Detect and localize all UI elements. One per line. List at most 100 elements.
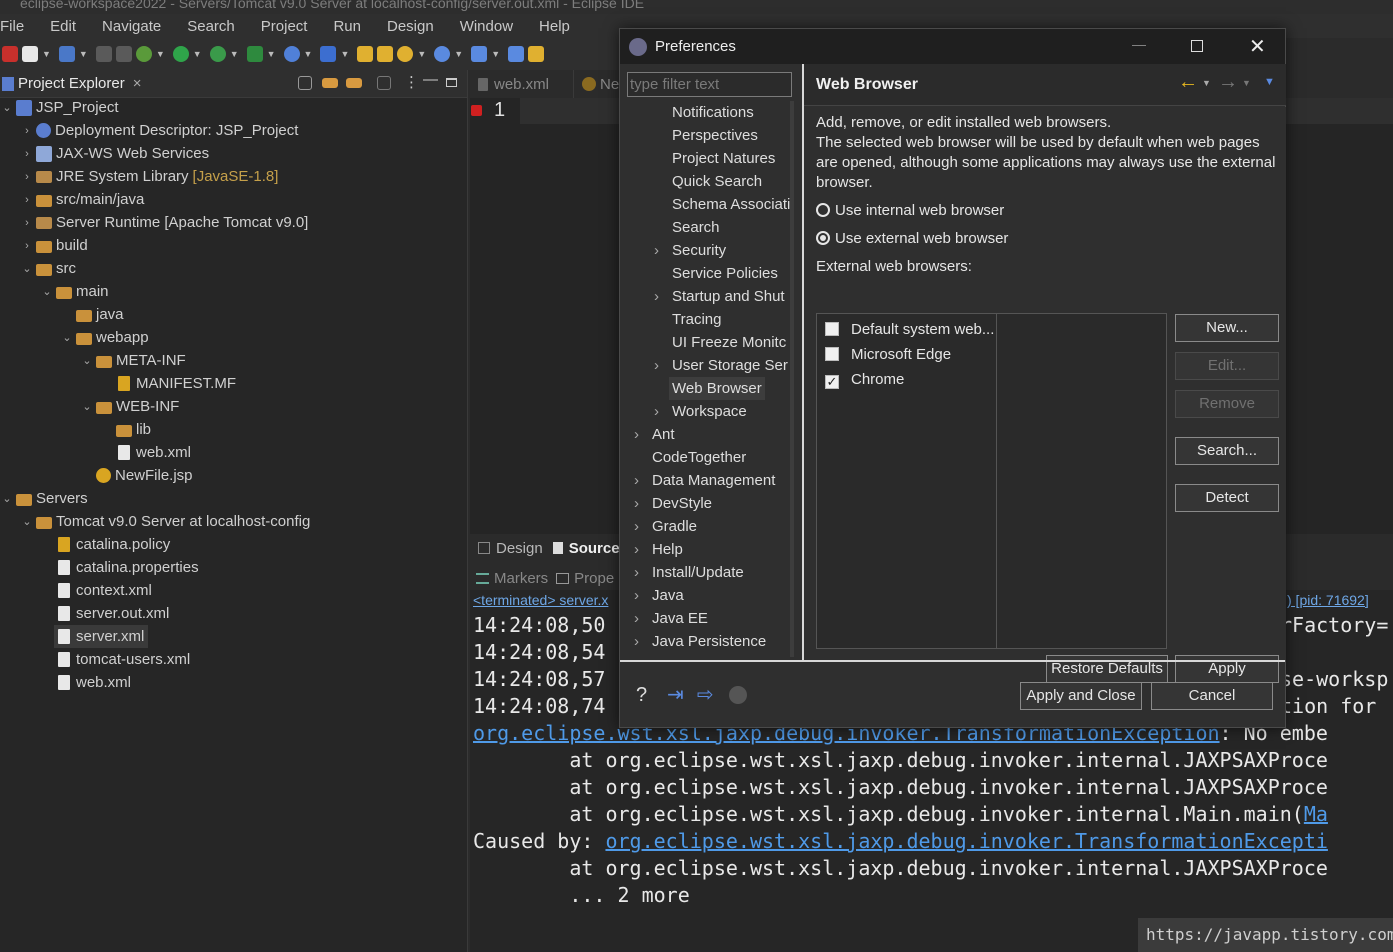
tab-newfile[interactable]: Ne bbox=[574, 76, 619, 93]
open-resource-icon[interactable] bbox=[377, 46, 394, 62]
new-server-icon[interactable] bbox=[58, 46, 75, 62]
tree-item-servers-web-xml[interactable]: web.xml bbox=[54, 671, 131, 694]
chevron-down-icon[interactable]: ▼ bbox=[1242, 78, 1251, 88]
save-all-icon[interactable] bbox=[115, 46, 132, 62]
new-file-icon[interactable] bbox=[22, 46, 38, 62]
chevron-down-icon[interactable]: ▼ bbox=[340, 49, 349, 59]
nav-item-user-storage[interactable]: › User Storage Ser bbox=[654, 354, 788, 377]
nav-item-schema-associations[interactable]: Schema Associati bbox=[672, 193, 790, 216]
new-java-icon[interactable] bbox=[320, 46, 337, 62]
save-icon[interactable] bbox=[95, 46, 112, 62]
browser-row-edge[interactable]: Microsoft Edge bbox=[825, 342, 951, 367]
tree-item-server-out-xml[interactable]: server.out.xml bbox=[54, 602, 169, 625]
chevron-down-icon[interactable]: ▼ bbox=[42, 49, 51, 59]
menu-search[interactable]: Search bbox=[187, 18, 261, 35]
tree-item-server-xml[interactable]: server.xml bbox=[54, 625, 149, 648]
chevron-right-icon[interactable]: › bbox=[634, 469, 652, 492]
nav-item-service-policies[interactable]: Service Policies bbox=[672, 262, 778, 285]
project-explorer-title[interactable]: Project Explorer bbox=[18, 75, 125, 92]
chevron-down-icon[interactable]: ▼ bbox=[304, 49, 313, 59]
nav-item-java[interactable]: › Java bbox=[634, 584, 684, 607]
web-icon[interactable] bbox=[434, 46, 451, 62]
tree-item-context-xml[interactable]: context.xml bbox=[54, 579, 152, 602]
tree-item-webapp[interactable]: ⌄ webapp bbox=[60, 326, 148, 349]
close-icon[interactable]: ✕ bbox=[1249, 34, 1266, 59]
chevron-down-icon[interactable]: ⌄ bbox=[80, 354, 94, 367]
new-wizard-icon[interactable] bbox=[283, 46, 300, 62]
maximize-icon[interactable] bbox=[446, 78, 457, 87]
minimize-icon[interactable]: — bbox=[423, 71, 438, 88]
view-menu-icon[interactable]: ▼ bbox=[1264, 76, 1275, 88]
chevron-right-icon[interactable]: › bbox=[20, 217, 34, 229]
nav-item-help[interactable]: › Help bbox=[634, 538, 683, 561]
nav-item-ant[interactable]: › Ant bbox=[634, 423, 675, 446]
tree-item-main[interactable]: ⌄ main bbox=[40, 280, 108, 303]
chevron-down-icon[interactable]: ⌄ bbox=[20, 515, 34, 528]
chevron-right-icon[interactable]: › bbox=[634, 584, 652, 607]
checkbox-checked[interactable]: ✓ bbox=[825, 375, 839, 389]
chevron-down-icon[interactable]: ▼ bbox=[79, 49, 88, 59]
stop-icon[interactable] bbox=[2, 46, 18, 62]
chevron-down-icon[interactable]: ▼ bbox=[156, 49, 165, 59]
chevron-right-icon[interactable]: › bbox=[20, 194, 34, 206]
chevron-right-icon[interactable]: › bbox=[634, 538, 652, 561]
hierarchy-icon[interactable] bbox=[471, 46, 488, 62]
chevron-right-icon[interactable]: › bbox=[20, 240, 34, 252]
link-editor-icon[interactable] bbox=[322, 78, 338, 88]
apply-and-close-button[interactable]: Apply and Close bbox=[1020, 682, 1142, 710]
chevron-down-icon[interactable]: ⌄ bbox=[40, 285, 54, 298]
chevron-down-icon[interactable]: ▼ bbox=[417, 49, 426, 59]
nav-item-web-browser[interactable]: Web Browser bbox=[669, 377, 765, 400]
back-arrow-icon[interactable]: ← bbox=[1178, 71, 1198, 94]
remove-browser-button[interactable]: Remove bbox=[1175, 390, 1279, 418]
tab-design[interactable]: Design bbox=[470, 540, 543, 557]
chevron-right-icon[interactable]: › bbox=[654, 285, 672, 308]
filter-icon[interactable] bbox=[346, 78, 362, 88]
nav-scrollbar[interactable] bbox=[790, 101, 794, 657]
menu-design[interactable]: Design bbox=[387, 18, 460, 35]
chevron-right-icon[interactable]: › bbox=[654, 400, 672, 423]
source-link[interactable]: Ma bbox=[1304, 802, 1328, 826]
checkbox[interactable] bbox=[825, 347, 839, 361]
detect-browsers-button[interactable]: Detect bbox=[1175, 484, 1279, 512]
tab-properties[interactable]: Prope bbox=[548, 570, 614, 587]
chevron-down-icon[interactable]: ▼ bbox=[193, 49, 202, 59]
open-type-icon[interactable] bbox=[357, 46, 374, 62]
annotation-icon[interactable] bbox=[528, 46, 545, 62]
tree-item-manifest[interactable]: MANIFEST.MF bbox=[114, 372, 236, 395]
chevron-right-icon[interactable]: › bbox=[20, 125, 34, 137]
radio-external-browser[interactable]: Use external web browser bbox=[816, 230, 1008, 247]
nav-item-startup[interactable]: › Startup and Shut bbox=[654, 285, 785, 308]
menu-project[interactable]: Project bbox=[261, 18, 334, 35]
chevron-down-icon[interactable]: ⌄ bbox=[80, 400, 94, 413]
chevron-down-icon[interactable]: ▼ bbox=[1202, 78, 1211, 88]
tree-item-web-inf[interactable]: ⌄ WEB-INF bbox=[80, 395, 179, 418]
tree-item-src-main-java[interactable]: › src/main/java bbox=[20, 188, 144, 211]
cancel-button[interactable]: Cancel bbox=[1151, 682, 1273, 710]
chevron-right-icon[interactable]: › bbox=[634, 607, 652, 630]
chevron-right-icon[interactable]: › bbox=[20, 148, 34, 160]
import-icon[interactable]: ⇥ bbox=[667, 685, 689, 705]
nav-item-security[interactable]: › Security bbox=[654, 239, 726, 262]
chevron-right-icon[interactable]: › bbox=[634, 492, 652, 515]
run-icon[interactable] bbox=[172, 46, 189, 62]
chevron-down-icon[interactable]: ▼ bbox=[491, 49, 500, 59]
menu-file[interactable]: File bbox=[0, 18, 50, 35]
tree-item-java[interactable]: java bbox=[74, 303, 124, 326]
search-browsers-button[interactable]: Search... bbox=[1175, 437, 1279, 465]
nav-item-codetogether[interactable]: CodeTogether bbox=[652, 446, 746, 469]
coverage-icon[interactable] bbox=[209, 46, 226, 62]
chevron-right-icon[interactable]: › bbox=[20, 171, 34, 183]
nav-item-java-ee[interactable]: › Java EE bbox=[634, 607, 708, 630]
external-tools-icon[interactable] bbox=[246, 46, 263, 62]
maximize-icon[interactable] bbox=[1191, 40, 1203, 52]
tab-web-xml[interactable]: web.xml bbox=[470, 70, 574, 98]
chevron-right-icon[interactable]: › bbox=[634, 423, 652, 446]
tree-item-build[interactable]: › build bbox=[20, 234, 88, 257]
nav-item-project-natures[interactable]: Project Natures bbox=[672, 147, 775, 170]
menu-window[interactable]: Window bbox=[460, 18, 539, 35]
tree-item-tomcat-config[interactable]: ⌄ Tomcat v9.0 Server at localhost-config bbox=[20, 510, 310, 533]
search-icon[interactable] bbox=[397, 46, 414, 62]
tree-item-server-runtime[interactable]: › Server Runtime [Apache Tomcat v9.0] bbox=[20, 211, 308, 234]
tree-item-src[interactable]: ⌄ src bbox=[20, 257, 76, 280]
